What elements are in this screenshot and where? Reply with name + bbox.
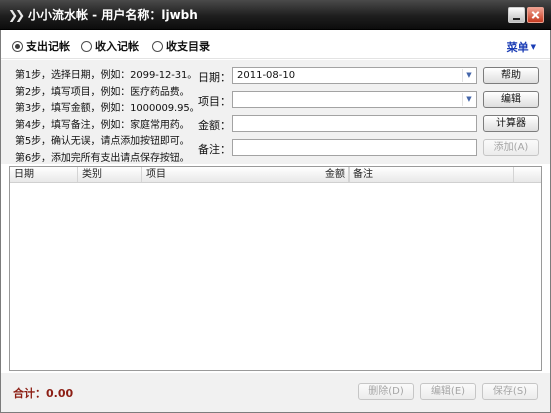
radio-catalog[interactable]: [152, 40, 163, 52]
item-dropdown-icon[interactable]: ▼: [462, 93, 475, 106]
tab-income[interactable]: 收入记帐: [81, 39, 139, 53]
tab-expense-label: 支出记帐: [26, 40, 70, 53]
add-button[interactable]: 添加(A): [483, 139, 539, 156]
column-date[interactable]: 日期: [10, 167, 78, 182]
instruction-steps: 第1步，选择日期，例如：2099-12-31。 第2步，填写项目，例如：医疗药品…: [15, 68, 200, 167]
amount-label: 金额：: [198, 119, 231, 132]
column-category[interactable]: 类别: [78, 167, 142, 182]
footer-bar: 合计：0.00 删除(D) 编辑(E) 保存(S): [1, 373, 550, 412]
note-input[interactable]: [232, 139, 477, 156]
app-logo-icon: ❯❯: [8, 8, 25, 22]
mode-bar: 支出记帐 收入记帐 收支目录 菜单 ▼: [1, 31, 550, 59]
edit-catalog-button[interactable]: 编辑: [483, 91, 539, 108]
step-6: 第6步，添加完所有支出请点保存按钮。: [15, 152, 190, 164]
title-bar[interactable]: ❯❯ 小小流水帐 - 用户名称：ljwbh: [0, 0, 551, 30]
step-1: 第1步，选择日期，例如：2099-12-31。: [15, 70, 198, 81]
edit-button[interactable]: 编辑(E): [420, 383, 476, 400]
entry-form: 第1步，选择日期，例如：2099-12-31。 第2步，填写项目，例如：医疗药品…: [1, 60, 550, 164]
tab-catalog-label: 收支目录: [166, 40, 210, 53]
tab-expense[interactable]: 支出记帐: [12, 39, 70, 53]
step-4: 第4步，填写备注，例如：家庭常用药。: [15, 119, 190, 131]
minimize-button[interactable]: [508, 7, 525, 23]
records-table[interactable]: 日期 类别 项目 金额 备注: [9, 166, 542, 371]
radio-income[interactable]: [81, 40, 92, 52]
column-note[interactable]: 备注: [349, 167, 514, 182]
step-3: 第3步，填写金额，例如：1000009.95。: [15, 103, 200, 114]
item-combo[interactable]: ▼: [232, 91, 477, 108]
item-label: 项目：: [198, 95, 231, 108]
save-button[interactable]: 保存(S): [482, 383, 538, 400]
window-title: 小小流水帐 - 用户名称：ljwbh: [28, 8, 198, 22]
note-label: 备注：: [198, 143, 231, 156]
amount-input[interactable]: [232, 115, 477, 132]
close-button[interactable]: [527, 7, 544, 23]
table-header: 日期 类别 项目 金额 备注: [10, 167, 541, 183]
tab-catalog[interactable]: 收支目录: [152, 39, 210, 53]
help-button[interactable]: 帮助: [483, 67, 539, 84]
menu-button[interactable]: 菜单 ▼: [507, 39, 536, 55]
radio-expense[interactable]: [12, 40, 23, 52]
table-body[interactable]: [10, 183, 541, 370]
delete-button[interactable]: 删除(D): [358, 383, 414, 400]
date-label: 日期：: [198, 71, 231, 84]
date-dropdown-icon[interactable]: ▼: [462, 69, 475, 82]
total-amount: 合计：0.00: [13, 387, 74, 400]
step-2: 第2步，填写项目，例如：医疗药品费。: [15, 86, 190, 98]
column-amount[interactable]: 金额: [289, 167, 349, 182]
date-value: 2011-08-10: [237, 70, 296, 81]
calculator-button[interactable]: 计算器: [483, 115, 539, 132]
menu-dropdown-icon: ▼: [530, 43, 536, 51]
menu-label: 菜单: [506, 41, 529, 54]
date-combo[interactable]: 2011-08-10 ▼: [232, 67, 477, 84]
column-spacer: [514, 167, 541, 182]
tab-income-label: 收入记帐: [95, 40, 139, 53]
step-5: 第5步，确认无误，请点添加按钮即可。: [15, 136, 190, 147]
